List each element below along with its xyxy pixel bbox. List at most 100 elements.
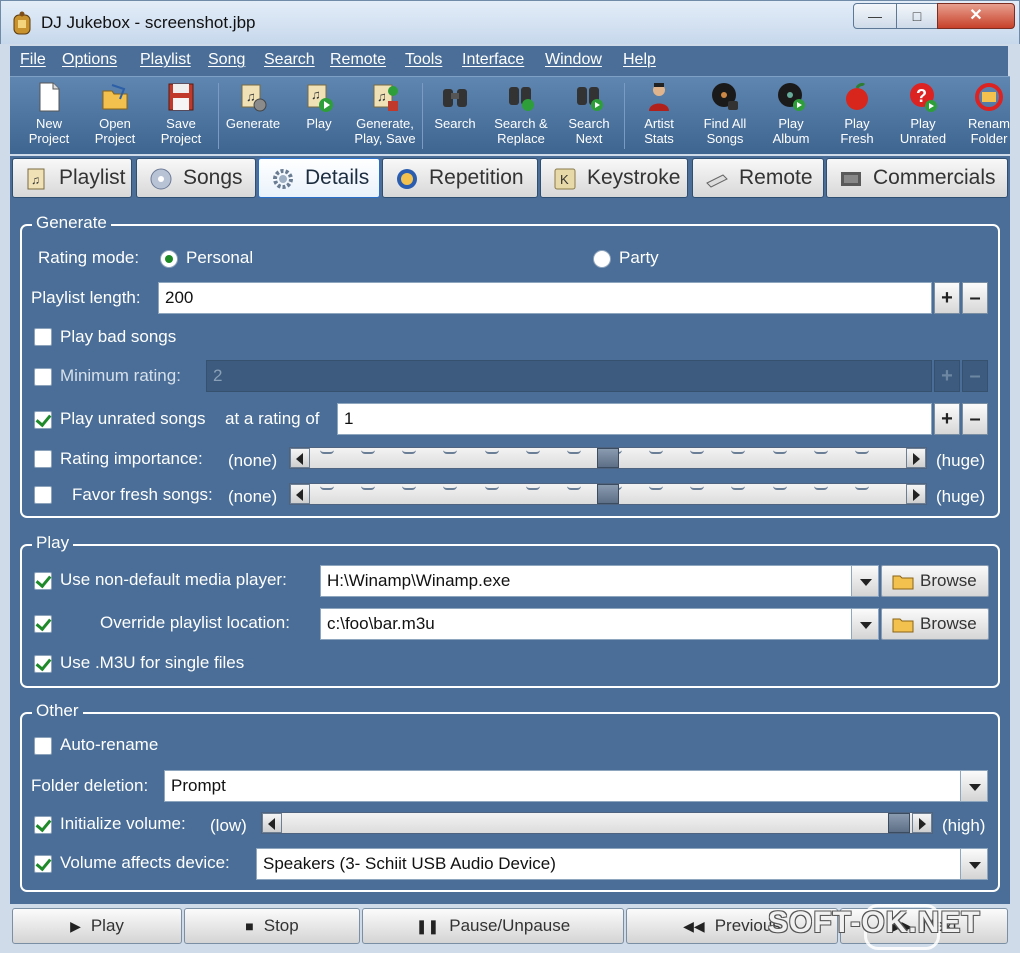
volume-device-dropdown-arrow[interactable]: [960, 848, 988, 880]
folder-deletion-dropdown-arrow[interactable]: [960, 770, 988, 802]
toolbar-label: Search: [434, 116, 476, 131]
toolbar-label: Play: [306, 116, 332, 131]
rating-party-radio[interactable]: [593, 250, 611, 268]
tab-details[interactable]: Details: [258, 158, 380, 198]
slider-right-arrow[interactable]: [906, 448, 926, 468]
toolbar-label: Generate, Play, Save: [354, 116, 416, 146]
menu-options[interactable]: Options: [62, 51, 117, 69]
playlist-length-input[interactable]: 200: [158, 282, 932, 314]
tab-keystroke[interactable]: K Keystroke: [540, 158, 688, 198]
play-album-button[interactable]: Play Album: [758, 79, 824, 153]
menu-interface[interactable]: Interface: [462, 51, 524, 69]
play-button[interactable]: ♫ Play: [286, 79, 352, 153]
slider-left-arrow[interactable]: [290, 484, 310, 504]
rating-importance-slider[interactable]: [289, 447, 927, 469]
tab-commercials[interactable]: Commercials: [826, 158, 1008, 198]
rating-personal-radio[interactable]: [160, 250, 178, 268]
menu-search[interactable]: Search: [264, 51, 315, 69]
menu-playlist[interactable]: Playlist: [140, 51, 191, 69]
initialize-volume-label: Initialize volume:: [60, 814, 186, 833]
menu-remote[interactable]: Remote: [330, 51, 386, 69]
transport-play-button[interactable]: ▶ Play: [12, 908, 182, 944]
tab-remote[interactable]: Remote: [692, 158, 824, 198]
playlist-length-minus[interactable]: –: [962, 282, 988, 314]
slider-thumb[interactable]: [597, 448, 619, 468]
volume-device-checkbox[interactable]: [34, 855, 52, 873]
menu-help[interactable]: Help: [623, 51, 656, 69]
menu-song[interactable]: Song: [208, 51, 245, 69]
save-project-button[interactable]: Save Project: [148, 79, 214, 153]
artist-stats-button[interactable]: Artist Stats: [626, 79, 692, 153]
maximize-button[interactable]: □: [896, 3, 938, 29]
unrated-rating-input[interactable]: 1: [337, 403, 932, 435]
favor-fresh-slider[interactable]: [289, 483, 927, 505]
non-default-player-checkbox[interactable]: [34, 572, 52, 590]
search-replace-button[interactable]: Search & Replace: [488, 79, 554, 153]
unrated-rating-plus[interactable]: +: [934, 403, 960, 435]
key-icon: K: [554, 168, 576, 190]
play-unrated-button[interactable]: ? Play Unrated: [890, 79, 956, 153]
tab-songs[interactable]: Songs: [136, 158, 256, 198]
new-project-button[interactable]: New Project: [16, 79, 82, 153]
play-fresh-button[interactable]: Play Fresh: [824, 79, 890, 153]
rating-party-label: Party: [619, 248, 659, 267]
minimum-rating-minus[interactable]: –: [962, 360, 988, 392]
generate-legend: Generate: [32, 213, 111, 233]
player-browse-button[interactable]: Browse: [881, 565, 989, 597]
transport-pause-button[interactable]: ❚❚ Pause/Unpause: [362, 908, 624, 944]
override-playlist-checkbox[interactable]: [34, 615, 52, 633]
slider-tick: [402, 486, 417, 490]
auto-rename-checkbox[interactable]: [34, 737, 52, 755]
minimum-rating-plus[interactable]: +: [934, 360, 960, 392]
playlist-browse-button[interactable]: Browse: [881, 608, 989, 640]
question-icon: ?: [910, 83, 937, 112]
transport-stop-button[interactable]: ■ Stop: [184, 908, 360, 944]
play-bad-songs-checkbox[interactable]: [34, 328, 52, 346]
slider-right-arrow[interactable]: [906, 484, 926, 504]
slider-thumb[interactable]: [888, 813, 910, 833]
menu-window[interactable]: Window: [545, 51, 602, 69]
slider-thumb[interactable]: [597, 484, 619, 504]
playlist-length-plus[interactable]: +: [934, 282, 960, 314]
initialize-volume-slider[interactable]: [261, 812, 933, 834]
slider-left-arrow[interactable]: [290, 448, 310, 468]
minimize-button[interactable]: —: [853, 3, 897, 29]
rename-folder-button[interactable]: Renam Folder: [956, 79, 1010, 153]
favor-fresh-checkbox[interactable]: [34, 486, 52, 504]
toolbar-label: Play Unrated: [899, 116, 947, 146]
slider-tick: [320, 450, 334, 454]
slider-right-arrow[interactable]: [912, 813, 932, 833]
close-button[interactable]: ✕: [937, 3, 1015, 29]
playlist-path-input[interactable]: c:\foo\bar.m3u: [320, 608, 852, 640]
slider-left-arrow[interactable]: [262, 813, 282, 833]
toolbar-label: Search & Replace: [494, 116, 548, 146]
volume-device-select[interactable]: Speakers (3- Schiit USB Audio Device): [256, 848, 962, 880]
tab-playlist[interactable]: ♫ Playlist: [12, 158, 132, 198]
initialize-volume-checkbox[interactable]: [34, 816, 52, 834]
search-next-button[interactable]: Search Next: [556, 79, 622, 153]
search-button[interactable]: Search: [422, 79, 488, 153]
svg-text:♫: ♫: [311, 87, 321, 102]
open-project-button[interactable]: Open Project: [82, 79, 148, 153]
player-path-dropdown-arrow[interactable]: [851, 565, 879, 597]
playlist-path-dropdown-arrow[interactable]: [851, 608, 879, 640]
generate-button[interactable]: ♫ Generate: [220, 79, 286, 153]
menu-tools[interactable]: Tools: [405, 51, 442, 69]
minimum-rating-checkbox[interactable]: [34, 368, 52, 386]
use-m3u-checkbox[interactable]: [34, 655, 52, 673]
rating-importance-checkbox[interactable]: [34, 450, 52, 468]
find-all-songs-button[interactable]: Find All Songs: [692, 79, 758, 153]
slider-tick: [525, 486, 540, 490]
menu-file[interactable]: File: [20, 51, 46, 69]
slider-tick: [649, 486, 664, 490]
play-unrated-checkbox[interactable]: [34, 411, 52, 429]
player-path-input[interactable]: H:\Winamp\Winamp.exe: [320, 565, 852, 597]
toolbar-label: Open Project: [94, 116, 136, 146]
unrated-rating-minus[interactable]: –: [962, 403, 988, 435]
film-icon: [841, 172, 861, 186]
generate-play-save-button[interactable]: ♫ Generate, Play, Save: [352, 79, 418, 153]
folder-icon: [892, 618, 914, 633]
minimum-rating-input[interactable]: 2: [206, 360, 932, 392]
folder-deletion-select[interactable]: Prompt: [164, 770, 962, 802]
tab-repetition[interactable]: Repetition: [382, 158, 538, 198]
